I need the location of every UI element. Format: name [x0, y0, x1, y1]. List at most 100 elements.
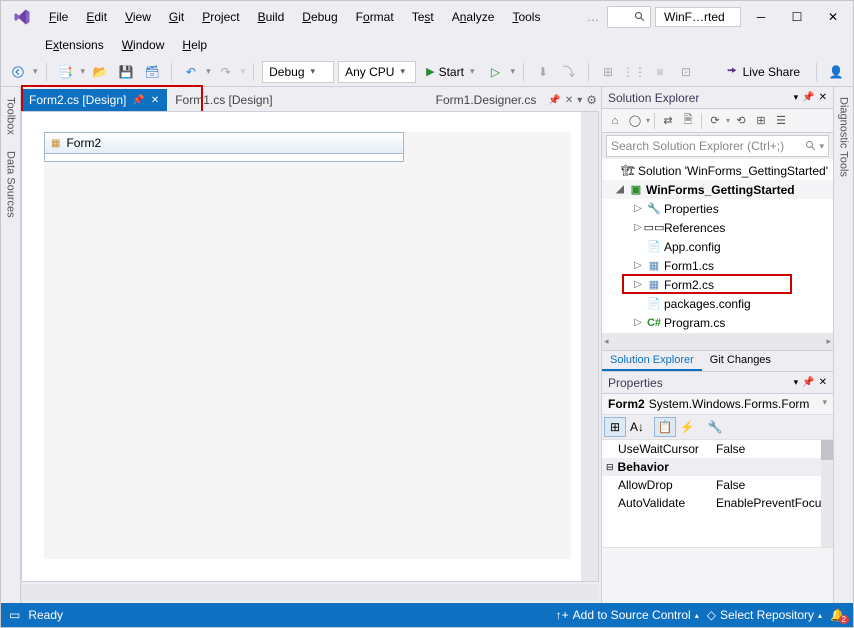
- pin-icon[interactable]: 📌: [802, 377, 814, 388]
- form2-node[interactable]: ▷▦Form2.cs: [602, 275, 833, 294]
- property-pages-button[interactable]: 🔧: [704, 417, 726, 437]
- tab-form1-design[interactable]: Form1.cs [Design]: [167, 89, 280, 111]
- gear-icon[interactable]: ⚙: [586, 93, 597, 107]
- nav-back-button[interactable]: [7, 61, 29, 83]
- start-button[interactable]: ▶Start▾: [420, 61, 480, 83]
- dropdown-icon[interactable]: ▾: [794, 92, 799, 103]
- align-button[interactable]: ⊞: [597, 61, 619, 83]
- menu-analyze[interactable]: Analyze: [444, 6, 503, 28]
- refresh-icon[interactable]: ⟳: [706, 112, 724, 130]
- menu-tools[interactable]: Tools: [504, 6, 548, 28]
- dropdown-icon[interactable]: ▾: [794, 377, 799, 388]
- prop-category-behavior[interactable]: ⊟Behavior: [602, 458, 821, 476]
- properties-button[interactable]: 📋: [654, 417, 676, 437]
- tree-hscroll[interactable]: ◂▸: [602, 333, 833, 350]
- tab-form2-design[interactable]: Form2.cs [Design] 📌 ✕: [21, 89, 167, 111]
- start-no-debug-button[interactable]: ▷: [484, 61, 506, 83]
- minimize-button[interactable]: ─: [745, 4, 777, 30]
- property-description: [602, 547, 833, 603]
- pin-icon[interactable]: 📌: [802, 92, 814, 103]
- menu-edit[interactable]: Edit: [78, 6, 115, 28]
- appconfig-node[interactable]: 📄App.config: [602, 237, 833, 256]
- pin-icon[interactable]: 📌: [132, 95, 144, 106]
- close-icon[interactable]: ✕: [151, 95, 159, 106]
- alphabetical-button[interactable]: A↓: [626, 417, 648, 437]
- tab-git-changes[interactable]: Git Changes: [702, 351, 779, 371]
- pin-icon[interactable]: 📌: [548, 95, 560, 106]
- overflow-chevron-icon[interactable]: ▾: [577, 95, 582, 106]
- properties-icon[interactable]: ⊞: [752, 112, 770, 130]
- back-icon[interactable]: ◯: [626, 112, 644, 130]
- solution-explorer-title: Solution Explorer: [608, 91, 790, 105]
- menu-extensions[interactable]: Extensions: [37, 34, 112, 56]
- close-icon[interactable]: ✕: [819, 92, 827, 103]
- preview-icon[interactable]: ☰: [772, 112, 790, 130]
- menu-debug[interactable]: Debug: [294, 6, 345, 28]
- toolbox-tab[interactable]: Toolbox: [3, 91, 19, 141]
- step2-button[interactable]: ⤵: [558, 61, 580, 83]
- tab-label: Form2.cs [Design]: [29, 93, 126, 107]
- search-box[interactable]: [607, 6, 651, 28]
- menu-test[interactable]: Test: [404, 6, 442, 28]
- menu-view[interactable]: View: [117, 6, 159, 28]
- spacing-button[interactable]: ⊡: [675, 61, 697, 83]
- menu-git[interactable]: Git: [161, 6, 192, 28]
- design-surface[interactable]: ▦ Form2: [44, 132, 571, 559]
- form-window[interactable]: ▦ Form2: [44, 132, 404, 162]
- open-button[interactable]: 📂: [89, 61, 111, 83]
- close-button[interactable]: ✕: [817, 4, 849, 30]
- project-node[interactable]: ◢▣WinForms_GettingStarted: [602, 180, 833, 199]
- menu-file[interactable]: File: [41, 6, 76, 28]
- menu-window[interactable]: Window: [114, 34, 173, 56]
- notification-count: 2: [839, 615, 849, 624]
- new-project-button[interactable]: 📑: [55, 61, 77, 83]
- close-icon[interactable]: ✕: [819, 377, 827, 388]
- notifications-button[interactable]: 🔔 2: [830, 608, 845, 622]
- diagnostic-tools-tab[interactable]: Diagnostic Tools: [836, 91, 852, 183]
- maximize-button[interactable]: ☐: [781, 4, 813, 30]
- show-all-icon[interactable]: 🗎: [679, 112, 697, 130]
- menu-format[interactable]: Format: [348, 6, 402, 28]
- save-button[interactable]: 💾: [115, 61, 137, 83]
- add-to-source-control[interactable]: ↑+Add to Source Control▴: [556, 608, 699, 622]
- close-icon[interactable]: ✕: [565, 95, 573, 106]
- solution-node[interactable]: 🏗Solution 'WinForms_GettingStarted': [602, 161, 833, 180]
- grid-button[interactable]: ⋮⋮: [623, 61, 645, 83]
- property-object-selector[interactable]: Form2System.Windows.Forms.Form▾: [602, 394, 833, 415]
- select-repository[interactable]: ◇Select Repository▴: [707, 608, 822, 622]
- undo-button[interactable]: ↶: [180, 61, 202, 83]
- vscrollbar[interactable]: [581, 112, 598, 581]
- account-button[interactable]: 👤: [825, 61, 847, 83]
- search-ellipsis: …: [583, 10, 603, 24]
- form1-node[interactable]: ▷▦Form1.cs: [602, 256, 833, 275]
- solution-name-display: WinF…rted: [655, 7, 741, 27]
- props-vscroll[interactable]: [821, 440, 833, 547]
- redo-button[interactable]: ↷: [215, 61, 237, 83]
- home-icon[interactable]: ⌂: [606, 112, 624, 130]
- menu-project[interactable]: Project: [194, 6, 247, 28]
- layout-button[interactable]: ≡: [649, 61, 671, 83]
- menu-build[interactable]: Build: [250, 6, 293, 28]
- data-sources-tab[interactable]: Data Sources: [3, 145, 19, 224]
- hscrollbar[interactable]: [21, 584, 599, 601]
- properties-node[interactable]: ▷🔧Properties: [602, 199, 833, 218]
- prop-usewaitcursor[interactable]: UseWaitCursorFalse: [602, 440, 821, 458]
- live-share-button[interactable]: Live Share: [717, 65, 808, 79]
- menu-help[interactable]: Help: [174, 34, 215, 56]
- references-node[interactable]: ▷▭▭References: [602, 218, 833, 237]
- save-all-button[interactable]: 🗃: [141, 61, 163, 83]
- prop-allowdrop[interactable]: AllowDropFalse: [602, 476, 821, 494]
- events-button[interactable]: ⚡: [676, 417, 698, 437]
- prop-autovalidate[interactable]: AutoValidateEnablePreventFocu: [602, 494, 821, 512]
- sync-icon[interactable]: ⇄: [659, 112, 677, 130]
- platform-combo[interactable]: Any CPU▾: [338, 61, 416, 83]
- step-button[interactable]: ⬇: [532, 61, 554, 83]
- config-combo[interactable]: Debug▾: [262, 61, 334, 83]
- tab-solution-explorer[interactable]: Solution Explorer: [602, 351, 702, 371]
- tab-form1-designer-cs[interactable]: Form1.Designer.cs: [428, 89, 545, 111]
- program-node[interactable]: ▷C#Program.cs: [602, 313, 833, 332]
- packages-node[interactable]: 📄packages.config: [602, 294, 833, 313]
- solution-search-input[interactable]: Search Solution Explorer (Ctrl+;) ▾: [606, 135, 829, 157]
- collapse-icon[interactable]: ⟲: [732, 112, 750, 130]
- categorized-button[interactable]: ⊞: [604, 417, 626, 437]
